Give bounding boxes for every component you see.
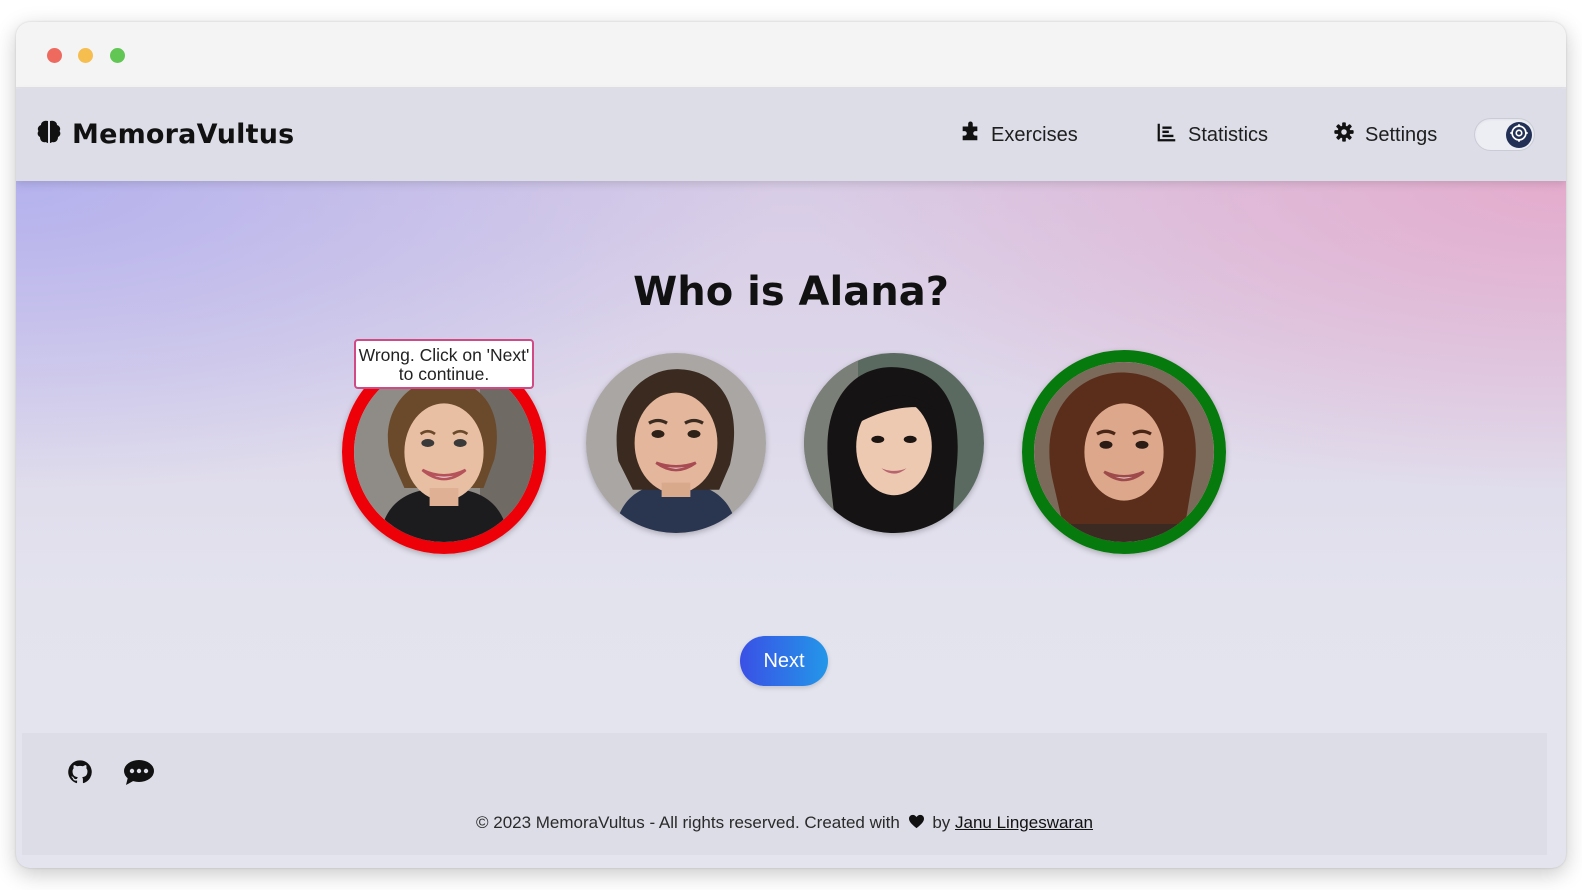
puzzle-icon: [959, 121, 981, 149]
close-window-button[interactable]: [47, 48, 62, 63]
app-window: MemoraVultus Exercises Statistics Settin…: [16, 22, 1566, 868]
chat-icon[interactable]: [123, 758, 155, 786]
copyright-by: by: [932, 813, 951, 832]
window-titlebar: [16, 22, 1566, 88]
author-link[interactable]: Janu Lingeswaran: [955, 813, 1093, 832]
face-portrait-2: [586, 353, 766, 533]
next-button[interactable]: Next: [740, 636, 828, 686]
theme-toggle-knob: [1506, 122, 1532, 148]
chart-icon: [1156, 121, 1178, 149]
navbar: MemoraVultus Exercises Statistics Settin…: [16, 89, 1566, 181]
face-portrait-4: [1034, 362, 1214, 542]
maximize-window-button[interactable]: [110, 48, 125, 63]
face-portrait-1: [354, 362, 534, 542]
nav-settings-label: Settings: [1365, 123, 1438, 146]
nav-statistics[interactable]: Statistics: [1156, 121, 1268, 149]
quiz-area: Who is Alana? Wrong. Click on 'Next' to …: [16, 181, 1566, 733]
feedback-tooltip: Wrong. Click on 'Next' to continue.: [354, 339, 534, 389]
github-icon[interactable]: [66, 758, 94, 786]
brand-name: MemoraVultus: [72, 119, 295, 150]
face-portrait-3: [804, 353, 984, 533]
footer: © 2023 MemoraVultus - All rights reserve…: [22, 733, 1547, 855]
brain-icon: [34, 117, 64, 152]
nav-exercises-label: Exercises: [991, 123, 1078, 146]
nav-settings[interactable]: Settings: [1333, 121, 1437, 149]
nav-exercises[interactable]: Exercises: [959, 121, 1078, 149]
copyright-text: © 2023 MemoraVultus - All rights reserve…: [22, 813, 1547, 833]
face-option-4[interactable]: [1022, 350, 1226, 554]
nav-statistics-label: Statistics: [1188, 123, 1269, 146]
quiz-question: Who is Alana?: [633, 269, 949, 315]
gear-icon: [1333, 121, 1355, 149]
heart-icon: [908, 814, 925, 829]
brand-logo[interactable]: MemoraVultus: [34, 117, 294, 152]
gear-icon: [1508, 122, 1530, 149]
copyright-prefix: © 2023 MemoraVultus - All rights reserve…: [475, 813, 900, 832]
theme-toggle[interactable]: [1474, 118, 1535, 151]
minimize-window-button[interactable]: [78, 48, 93, 63]
face-option-3[interactable]: [804, 353, 984, 533]
face-option-2[interactable]: [586, 353, 766, 533]
